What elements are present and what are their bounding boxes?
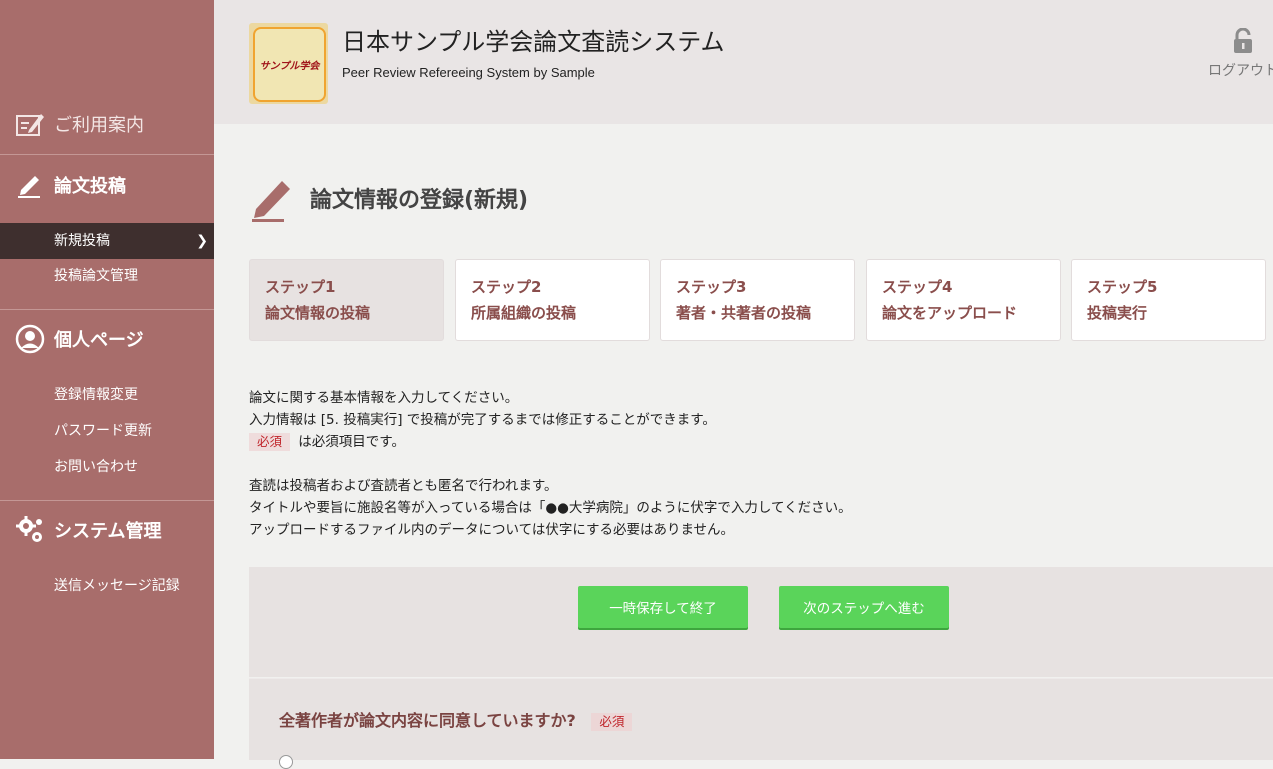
sidebar-item-label: 投稿論文管理 (54, 268, 138, 284)
next-step-button[interactable]: 次のステップへ進む (779, 586, 949, 628)
intro-line: 査読は投稿者および査読者とも匿名で行われます。 (249, 478, 558, 494)
site-logo[interactable]: サンプル学会 (249, 23, 328, 104)
sidebar: ご利用案内 論文投稿 新規投稿 ❯ 投稿論文管理 個人ページ 登録情報変更 パス… (0, 0, 214, 759)
consent-question-panel: 全著作者が論文内容に同意していますか? 必須 (249, 678, 1273, 769)
user-circle-icon (14, 323, 46, 355)
page-title: 論文情報の登録(新規) (310, 188, 529, 213)
sidebar-item-contact[interactable]: お問い合わせ (0, 449, 214, 485)
step-label: 投稿実行 (1087, 304, 1148, 322)
sidebar-item-manage-papers[interactable]: 投稿論文管理 (0, 258, 214, 294)
intro-line: タイトルや要旨に施設名等が入っている場合は「●●大学病院」のように伏字で入力して… (249, 500, 852, 516)
chevron-right-icon: ❯ (196, 233, 208, 249)
intro-line: 入力情報は [5. 投稿実行] で投稿が完了するまでは修正することができます。 (249, 412, 716, 428)
nav-submit[interactable]: 論文投稿 (0, 165, 214, 205)
site-subtitle: Peer Review Refereeing System by Sample (342, 65, 595, 80)
step-label: 所属組織の投稿 (471, 304, 577, 322)
intro-line: 論文に関する基本情報を入力してください。 (249, 390, 519, 406)
sidebar-item-new-submission[interactable]: 新規投稿 ❯ (0, 223, 214, 259)
logout-label: ログアウト (1208, 63, 1273, 79)
step-number: ステップ4 (882, 278, 953, 296)
nav-system-label: システム管理 (54, 521, 162, 542)
step-label: 論文をアップロード (882, 304, 1018, 322)
sidebar-item-label: お問い合わせ (54, 459, 138, 475)
nav-guide[interactable]: ご利用案内 (0, 104, 214, 144)
required-badge: 必須 (591, 713, 633, 731)
sidebar-item-label: 新規投稿 (54, 233, 110, 249)
step-4[interactable]: ステップ4 論文をアップロード (866, 259, 1061, 341)
step-1[interactable]: ステップ1 論文情報の投稿 (249, 259, 444, 341)
logout-button[interactable]: ログアウト (1208, 27, 1273, 80)
nav-personal-label: 個人ページ (54, 330, 144, 351)
sidebar-item-label: 送信メッセージ記録 (54, 578, 180, 594)
step-5[interactable]: ステップ5 投稿実行 (1071, 259, 1266, 341)
intro-text: 論文に関する基本情報を入力してください。 入力情報は [5. 投稿実行] で投稿… (249, 387, 852, 541)
sidebar-item-message-log[interactable]: 送信メッセージ記録 (0, 568, 214, 604)
sidebar-item-profile[interactable]: 登録情報変更 (0, 377, 214, 413)
step-number: ステップ2 (471, 278, 542, 296)
unlock-icon (1232, 27, 1254, 58)
step-label: 著者・共著者の投稿 (676, 304, 812, 322)
header: サンプル学会 日本サンプル学会論文査読システム Peer Review Refe… (214, 0, 1273, 124)
page-title-icon (250, 175, 294, 225)
step-number: ステップ3 (676, 278, 747, 296)
nav-submit-label: 論文投稿 (54, 176, 126, 197)
intro-line: は必須項目です。 (294, 434, 405, 450)
step-number: ステップ5 (1087, 278, 1158, 296)
sidebar-item-label: 登録情報変更 (54, 387, 138, 403)
required-badge: 必須 (249, 433, 291, 451)
action-panel: 一時保存して終了 次のステップへ進む (249, 567, 1273, 677)
nav-guide-label: ご利用案内 (54, 115, 144, 136)
clipboard-icon (14, 108, 46, 140)
step-2[interactable]: ステップ2 所属組織の投稿 (455, 259, 650, 341)
step-3[interactable]: ステップ3 著者・共著者の投稿 (660, 259, 855, 341)
gears-icon (14, 514, 46, 546)
intro-spacer (249, 453, 852, 475)
step-number: ステップ1 (265, 278, 336, 296)
save-and-exit-button[interactable]: 一時保存して終了 (578, 586, 748, 628)
consent-question-text: 全著作者が論文内容に同意していますか? (279, 711, 576, 730)
pencil-icon (14, 169, 46, 201)
consent-question: 全著作者が論文内容に同意していますか? 必須 (279, 707, 636, 731)
sidebar-item-label: パスワード更新 (54, 423, 152, 439)
intro-line: アップロードするファイル内のデータについては伏字にする必要はありません。 (249, 522, 735, 538)
logo-text: サンプル学会 (253, 27, 326, 102)
sidebar-item-password[interactable]: パスワード更新 (0, 413, 214, 449)
consent-radio[interactable] (279, 755, 293, 769)
step-label: 論文情報の投稿 (265, 304, 371, 322)
nav-personal[interactable]: 個人ページ (0, 319, 214, 359)
nav-system[interactable]: システム管理 (0, 510, 214, 550)
site-title: 日本サンプル学会論文査読システム (342, 28, 725, 56)
intro-required-note: 必須 は必須項目です。 (249, 431, 852, 453)
